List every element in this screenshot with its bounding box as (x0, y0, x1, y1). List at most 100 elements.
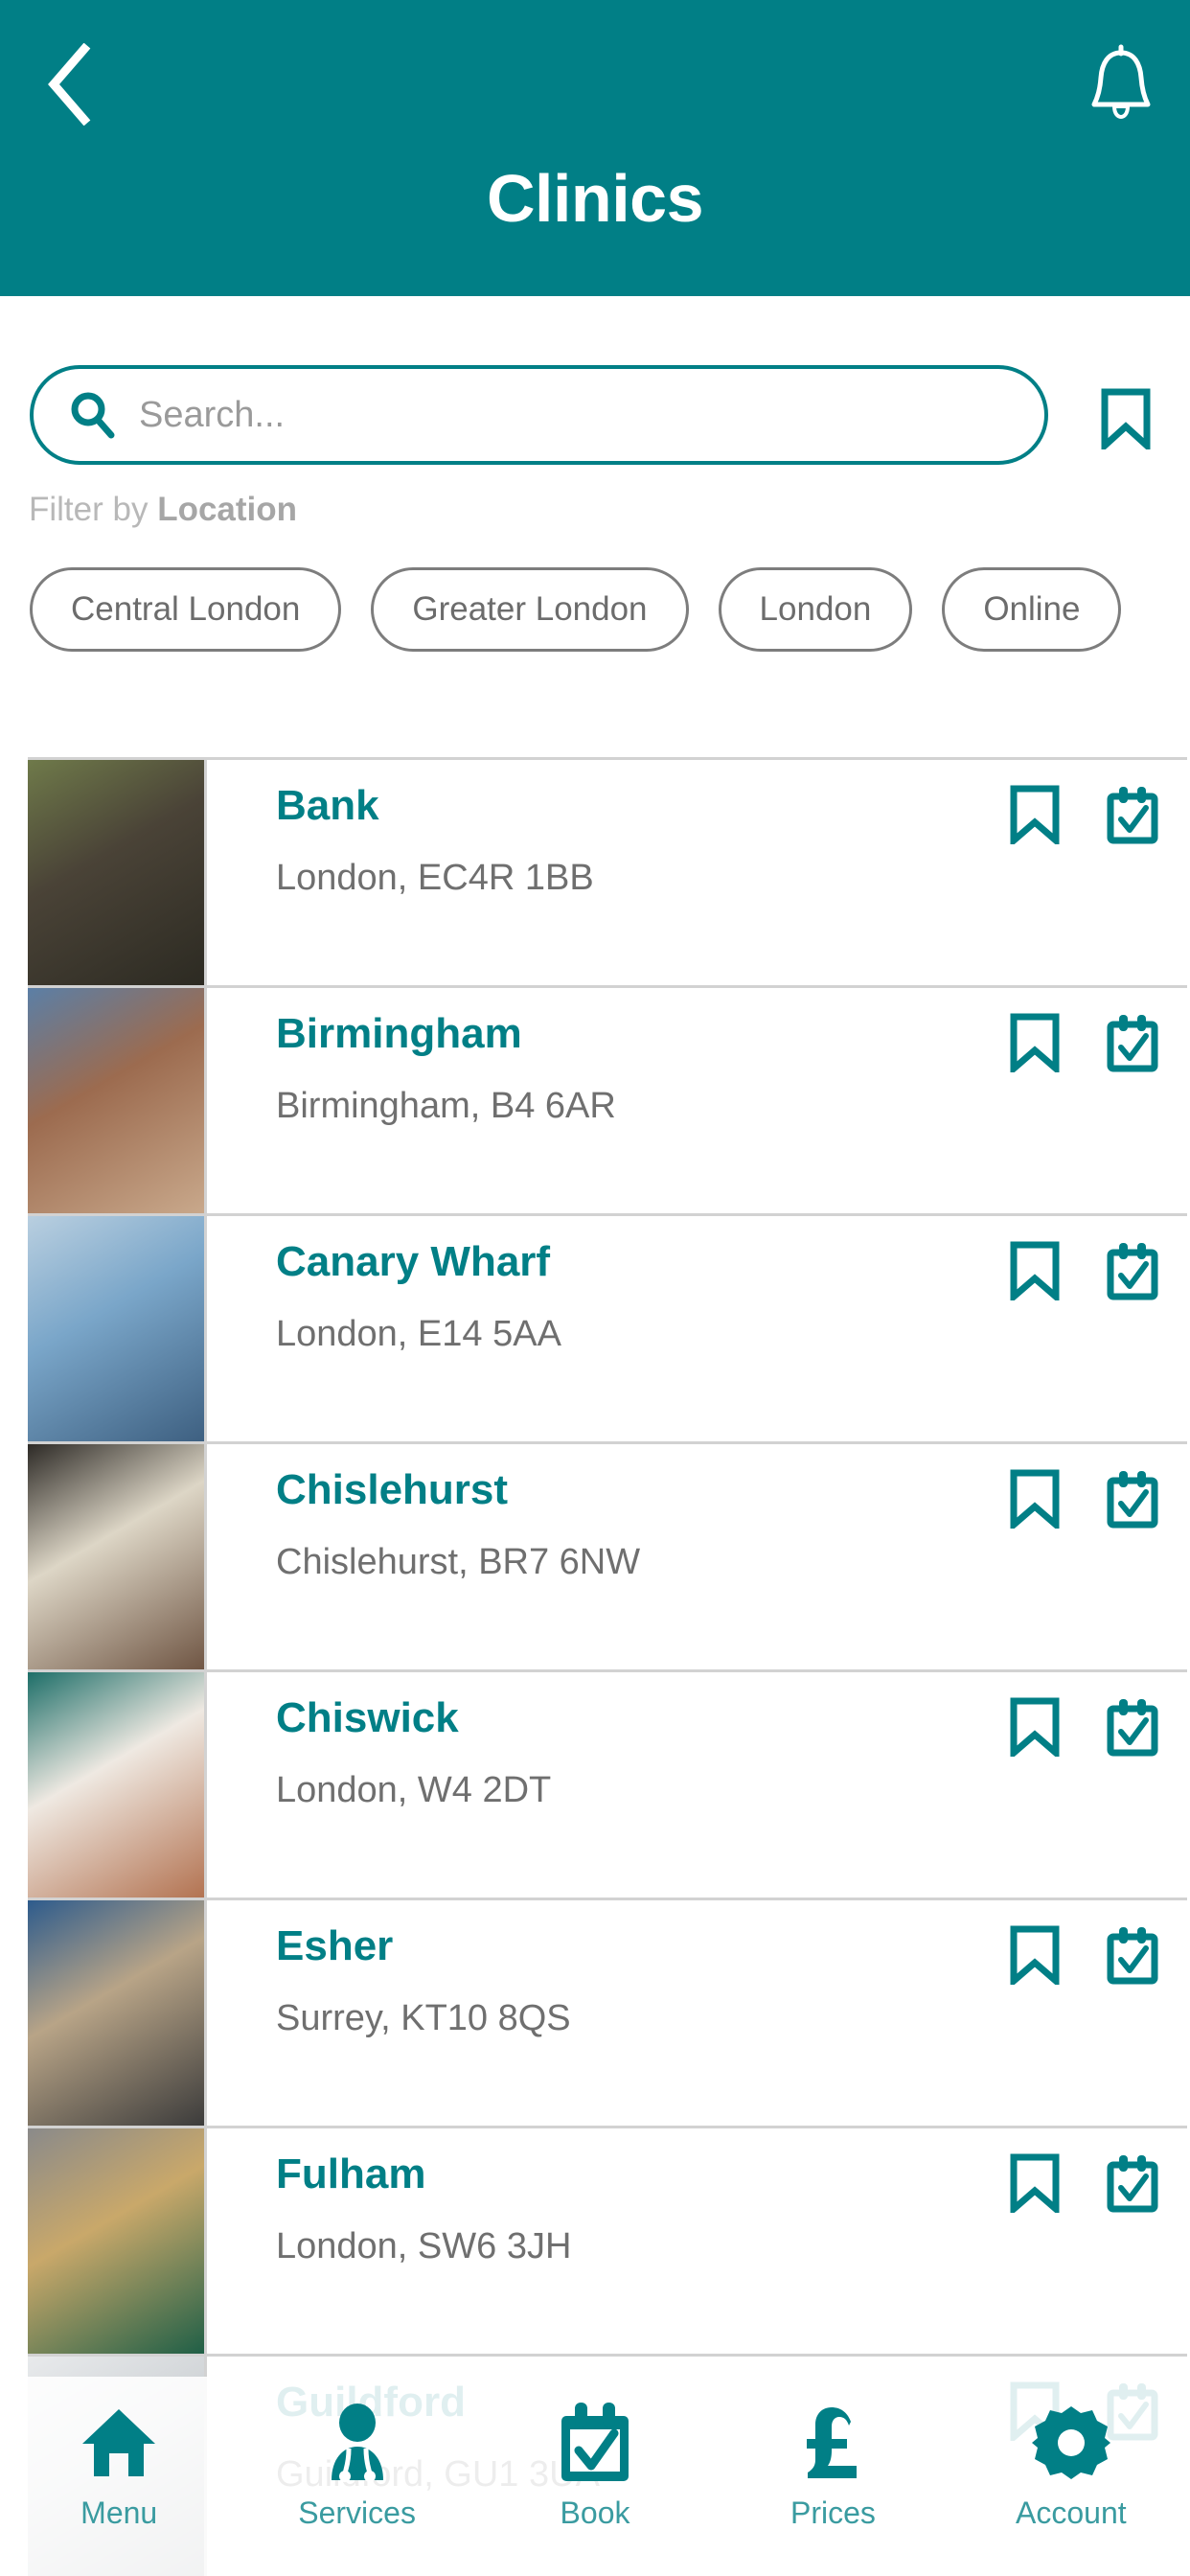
clinic-actions (1007, 1241, 1162, 1300)
calendar-check-icon (1107, 1015, 1158, 1072)
book-clinic-button[interactable] (1103, 1697, 1162, 1757)
book-clinic-button[interactable] (1103, 1469, 1162, 1529)
clinic-list-item[interactable]: Chislehurst Chislehurst, BR7 6NW (28, 1441, 1187, 1672)
book-clinic-button[interactable] (1103, 1013, 1162, 1072)
clinic-details: Esher Surrey, KT10 8QS (204, 1900, 1187, 2128)
clinic-actions (1007, 1469, 1162, 1529)
search-icon (71, 392, 115, 439)
clinic-name: Birmingham (276, 1010, 522, 1057)
gear-icon (1031, 2406, 1110, 2479)
nav-item-label: Menu (80, 2496, 158, 2530)
clinic-list-item[interactable]: Bank London, EC4R 1BB (28, 757, 1187, 988)
back-button[interactable] (23, 38, 115, 130)
clinic-address: London, EC4R 1BB (276, 858, 594, 898)
calendar-check-icon (1107, 1471, 1158, 1529)
clinic-name: Esher (276, 1922, 394, 1969)
search-row (0, 359, 1190, 474)
clinic-thumbnail (28, 1900, 204, 2128)
search-input[interactable] (139, 386, 982, 444)
filter-chip[interactable]: Greater London (371, 567, 689, 652)
calendar-check-icon (1107, 787, 1158, 844)
book-clinic-button[interactable] (1103, 785, 1162, 844)
clinic-address: London, E14 5AA (276, 1314, 561, 1354)
nav-item-menu[interactable]: Menu (0, 2377, 238, 2576)
clinic-actions (1007, 2153, 1162, 2213)
clinic-name: Bank (276, 782, 379, 829)
clinic-details: Canary Wharf London, E14 5AA (204, 1216, 1187, 1444)
clinic-address: Surrey, KT10 8QS (276, 1998, 571, 2038)
notifications-button[interactable] (1075, 34, 1167, 126)
clinic-details: Chiswick London, W4 2DT (204, 1672, 1187, 1900)
bookmark-icon (1010, 2153, 1060, 2213)
book-clinic-button[interactable] (1103, 1241, 1162, 1300)
pound-sterling-icon (803, 2402, 862, 2484)
clinic-list-item[interactable]: Fulham London, SW6 3JH (28, 2126, 1187, 2357)
clinic-list-item[interactable]: Canary Wharf London, E14 5AA (28, 1213, 1187, 1444)
clinic-list-item[interactable]: Birmingham Birmingham, B4 6AR (28, 985, 1187, 1216)
filter-chip[interactable]: London (718, 567, 913, 652)
filter-chip-list[interactable]: Central London Greater London London Online (0, 567, 1190, 673)
clinic-address: London, W4 2DT (276, 1770, 552, 1810)
filter-chip[interactable]: Online (942, 567, 1122, 652)
save-clinic-button[interactable] (1007, 1925, 1063, 1985)
nav-item-label: Account (1016, 2496, 1127, 2530)
page-title: Clinics (486, 161, 704, 236)
clinic-name: Canary Wharf (276, 1238, 551, 1285)
nav-item-services[interactable]: Services (238, 2377, 475, 2576)
calendar-check-icon (561, 2403, 629, 2481)
search-box[interactable] (30, 365, 1048, 465)
clinic-list-item[interactable]: Esher Surrey, KT10 8QS (28, 1898, 1187, 2128)
home-icon (82, 2409, 156, 2476)
saved-clinics-button[interactable] (1098, 388, 1154, 453)
calendar-check-icon (1107, 2155, 1158, 2213)
nav-item-book[interactable]: Book (476, 2377, 714, 2576)
clinic-thumbnail (28, 988, 204, 1216)
clinic-actions (1007, 1013, 1162, 1072)
filter-label-prefix: Filter by (29, 491, 149, 528)
save-clinic-button[interactable] (1007, 1013, 1063, 1072)
nav-item-label: Services (298, 2496, 416, 2530)
clinic-details: Chislehurst Chislehurst, BR7 6NW (204, 1444, 1187, 1672)
save-clinic-button[interactable] (1007, 2153, 1063, 2213)
clinic-thumbnail (28, 1444, 204, 1672)
clinic-thumbnail (28, 2128, 204, 2357)
bookmark-icon (1010, 785, 1060, 844)
book-clinic-button[interactable] (1103, 1925, 1162, 1985)
save-clinic-button[interactable] (1007, 1241, 1063, 1300)
save-clinic-button[interactable] (1007, 1697, 1063, 1757)
filter-label-strong: Location (157, 491, 298, 528)
bookmark-icon (1010, 1925, 1060, 1985)
clinic-thumbnail (28, 1216, 204, 1444)
book-clinic-button[interactable] (1103, 2153, 1162, 2213)
nav-item-label: Prices (790, 2496, 876, 2530)
clinic-address: London, SW6 3JH (276, 2226, 572, 2266)
clinic-name: Fulham (276, 2150, 426, 2197)
clinic-details: Fulham London, SW6 3JH (204, 2128, 1187, 2357)
clinic-name: Chislehurst (276, 1466, 509, 1513)
bookmark-icon (1010, 1013, 1060, 1072)
home-icon (79, 2402, 159, 2484)
clinic-list[interactable]: Bank London, EC4R 1BB Birmingham Birmingham… (0, 757, 1190, 2576)
clinics-screen: Clinics Filter by Location Central Londo… (0, 0, 1190, 2576)
nav-item-label: Book (560, 2496, 630, 2530)
bottom-navigation: Menu Services Book Prices Account (0, 2377, 1190, 2576)
chevron-left-icon (48, 43, 91, 126)
clinic-details: Birmingham Birmingham, B4 6AR (204, 988, 1187, 1216)
gear-icon (1031, 2402, 1110, 2484)
bookmark-icon (1101, 388, 1151, 453)
filter-chip[interactable]: Central London (30, 567, 342, 652)
clinic-details: Bank London, EC4R 1BB (204, 760, 1187, 988)
nav-item-account[interactable]: Account (952, 2377, 1190, 2576)
clinic-actions (1007, 785, 1162, 844)
clinic-list-item[interactable]: Chiswick London, W4 2DT (28, 1669, 1187, 1900)
pound-sterling-icon (807, 2407, 858, 2478)
save-clinic-button[interactable] (1007, 785, 1063, 844)
save-clinic-button[interactable] (1007, 1469, 1063, 1529)
calendar-check-icon (1107, 1699, 1158, 1757)
app-header: Clinics (0, 0, 1190, 296)
nav-item-prices[interactable]: Prices (714, 2377, 951, 2576)
doctor-stethoscope-icon (331, 2404, 383, 2482)
clinic-actions (1007, 1925, 1162, 1985)
bell-icon (1091, 44, 1151, 120)
clinic-thumbnail (28, 1672, 204, 1900)
